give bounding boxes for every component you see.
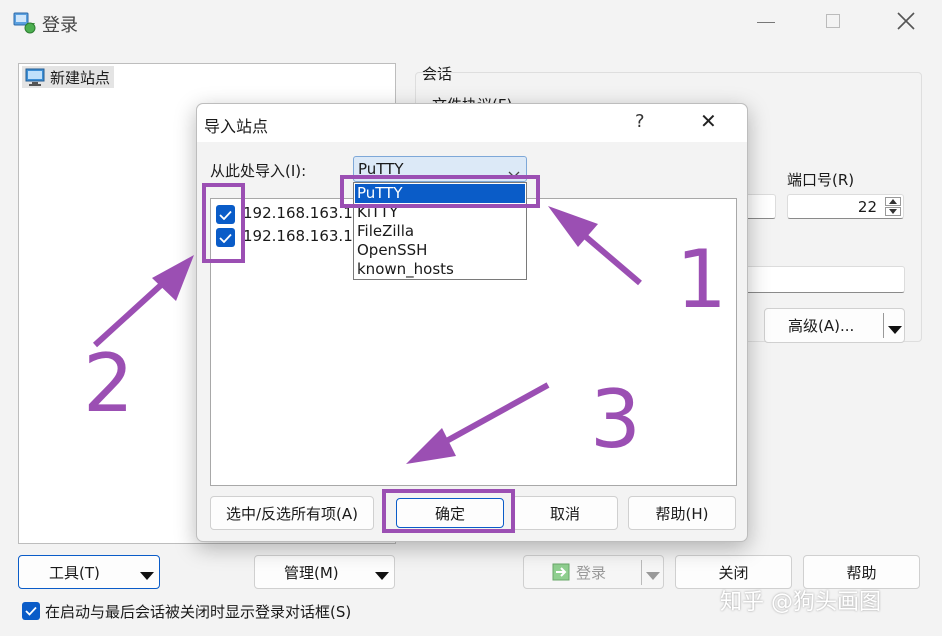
annotation-step-2: 2	[83, 337, 134, 430]
annotation-step-3: 3	[590, 373, 641, 466]
annotation-step-1: 1	[676, 233, 727, 326]
arrow-3-shaft	[430, 382, 550, 452]
arrow-3-head	[406, 428, 456, 464]
annotation-arrows	[92, 206, 642, 464]
arrow-2-head	[152, 255, 194, 301]
